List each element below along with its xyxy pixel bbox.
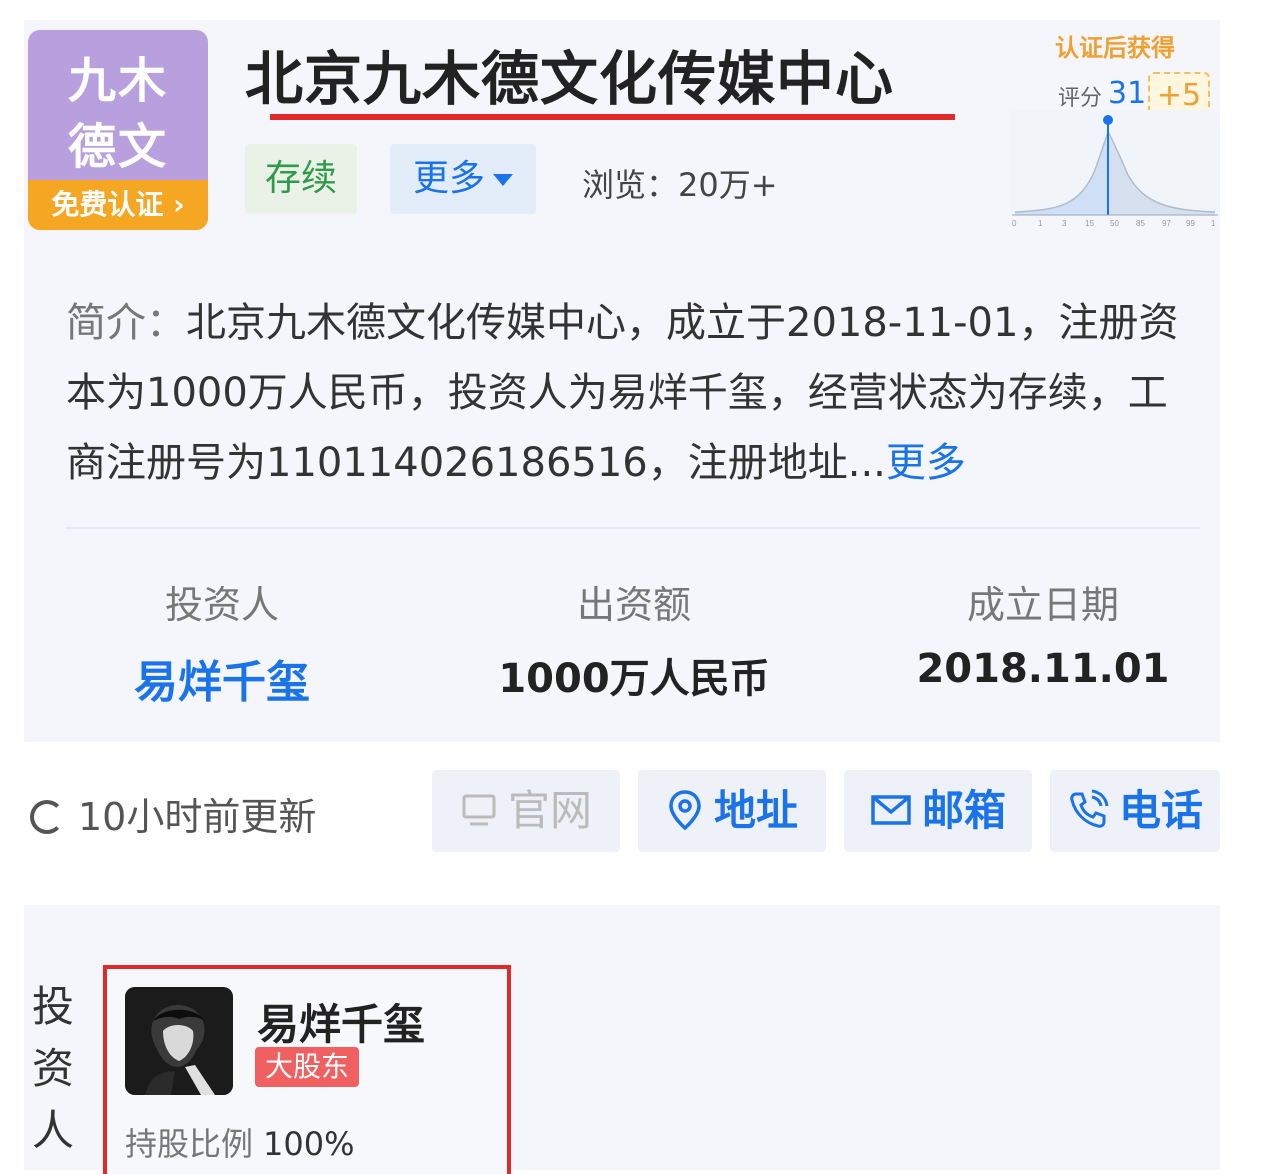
svg-text:0: 0 (1012, 219, 1017, 228)
company-logo: 九木 德文 免费认证 › (28, 30, 208, 230)
free-certify-button[interactable]: 免费认证 › (28, 180, 208, 230)
stat-value: 1000万人民币 (498, 656, 770, 702)
svg-text:3: 3 (1062, 219, 1067, 228)
stat-investor: 投资人 易烊千玺 (72, 580, 372, 710)
svg-text:97: 97 (1162, 219, 1171, 228)
divider (66, 527, 1200, 529)
share-value: 100% (263, 1125, 355, 1163)
title-underline (270, 114, 955, 120)
certify-reward-text: 认证后获得 (1055, 34, 1175, 62)
mail-icon (871, 794, 911, 825)
address-button[interactable]: 地址 (638, 770, 826, 852)
views-count: 浏览：20万+ (582, 166, 778, 204)
stat-label: 成立日期 (966, 583, 1119, 627)
company-title: 北京九木德文化传媒中心 (245, 45, 895, 113)
refresh-icon (30, 799, 64, 834)
email-button[interactable]: 邮箱 (844, 770, 1032, 852)
investor-name[interactable]: 易烊千玺 (257, 991, 425, 1052)
stat-value: 2018.11.01 (916, 646, 1170, 692)
intro-more-link[interactable]: 更多 (886, 440, 966, 486)
investor-link[interactable]: 易烊千玺 (72, 646, 372, 710)
logo-text-line1: 九木 (67, 53, 168, 109)
chevron-down-icon (493, 174, 513, 186)
svg-text:1: 1 (1038, 219, 1043, 228)
svg-text:1: 1 (1211, 219, 1216, 228)
score-label: 评分 (1058, 86, 1103, 111)
svg-text:50: 50 (1110, 219, 1119, 228)
stat-label: 投资人 (164, 583, 279, 627)
logo-text-line2: 德文 (67, 119, 168, 175)
action-label: 地址 (713, 786, 798, 835)
avatar-portrait (125, 987, 233, 1095)
major-shareholder-badge: 大股东 (255, 1047, 360, 1087)
action-label: 电话 (1118, 786, 1203, 835)
phone-button[interactable]: 电话 (1050, 770, 1220, 852)
logo-text: 九木 德文 (28, 48, 208, 180)
location-pin-icon (669, 789, 701, 830)
phone-icon (1070, 789, 1109, 828)
stat-label: 出资额 (576, 583, 691, 627)
action-label: 邮箱 (921, 786, 1006, 835)
intro-label: 简介： (66, 300, 186, 346)
website-button[interactable]: 官网 (432, 770, 620, 852)
company-intro: 简介：北京九木德文化传媒中心，成立于2018-11-01，注册资本为1000万人… (66, 288, 1206, 498)
investor-card[interactable]: 易烊千玺 大股东 持股比例 100% (103, 965, 511, 1174)
stat-founded: 成立日期 2018.11.01 (893, 580, 1193, 692)
update-status[interactable]: 10小时前更新 (30, 786, 316, 841)
monitor-icon (462, 794, 496, 825)
intro-text: 北京九木德文化传媒中心，成立于2018-11-01，注册资本为1000万人民币，… (66, 300, 1179, 486)
stat-capital: 出资额 1000万人民币 (484, 580, 784, 704)
more-label: 更多 (412, 158, 485, 199)
score-distribution-chart: 0 1 3 15 50 85 97 99 1 (1010, 110, 1220, 228)
update-text: 10小时前更新 (78, 795, 317, 839)
share-ratio: 持股比例 100% (125, 1119, 355, 1165)
status-badge: 存续 (245, 144, 357, 214)
share-label: 持股比例 (125, 1125, 254, 1163)
score-value: 31 (1108, 76, 1147, 111)
svg-text:15: 15 (1085, 219, 1094, 228)
svg-text:99: 99 (1186, 219, 1195, 228)
investor-section-title: 投资人 (32, 982, 75, 1155)
svg-text:85: 85 (1136, 219, 1145, 228)
action-label: 官网 (507, 786, 592, 835)
more-dropdown-button[interactable]: 更多 (390, 144, 536, 214)
avatar (125, 987, 233, 1095)
